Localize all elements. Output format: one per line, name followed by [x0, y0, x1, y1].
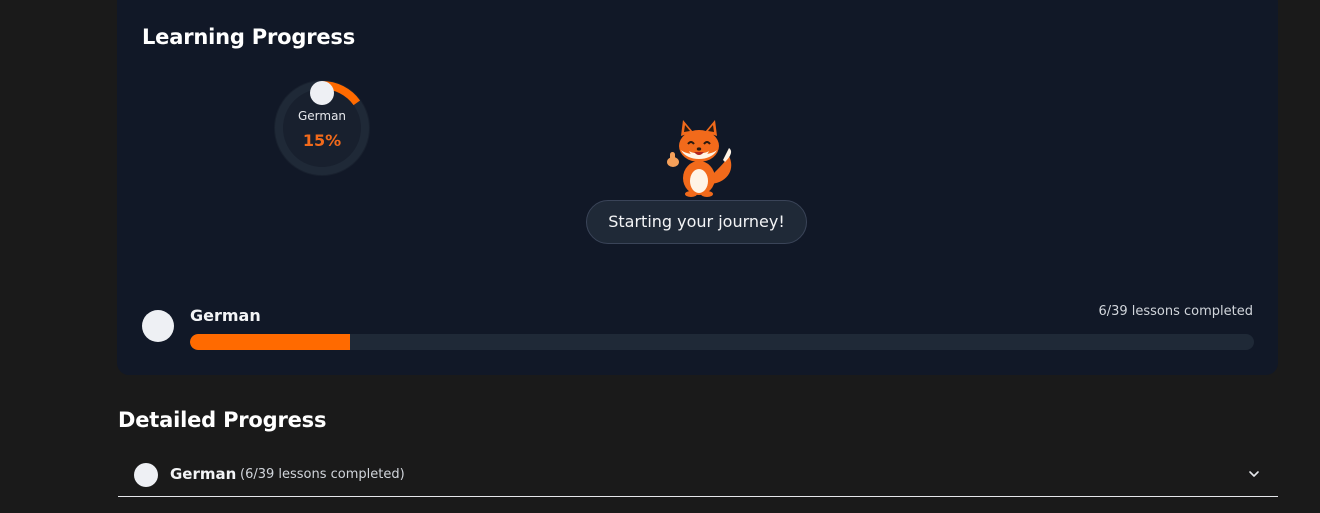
progress-ring: German 15%: [274, 80, 370, 176]
detail-lessons-count: (6/39 lessons completed): [240, 467, 405, 482]
detailed-progress-title: Detailed Progress: [118, 408, 327, 432]
german-flag-icon: [134, 463, 158, 487]
mascot-speech-bubble: Starting your journey!: [586, 200, 807, 244]
fox-mascot-icon: [667, 120, 732, 197]
detailed-progress-item-german[interactable]: German (6/39 lessons completed): [118, 452, 1278, 497]
detail-language-label: German: [170, 465, 237, 483]
course-lessons-count: 6/39 lessons completed: [1098, 304, 1253, 319]
german-flag-icon: [142, 310, 174, 342]
german-flag-icon: [310, 81, 334, 105]
learning-progress-card: Learning Progress German 15% Starting yo…: [117, 0, 1278, 375]
chevron-down-icon[interactable]: [1248, 468, 1260, 480]
ring-language-label: German: [297, 109, 347, 123]
learning-progress-title: Learning Progress: [142, 25, 355, 49]
course-language-label: German: [190, 306, 261, 325]
ring-percent-label: 15%: [302, 131, 342, 150]
course-progress-fill: [190, 334, 350, 350]
course-progress-bar: [190, 334, 1254, 350]
